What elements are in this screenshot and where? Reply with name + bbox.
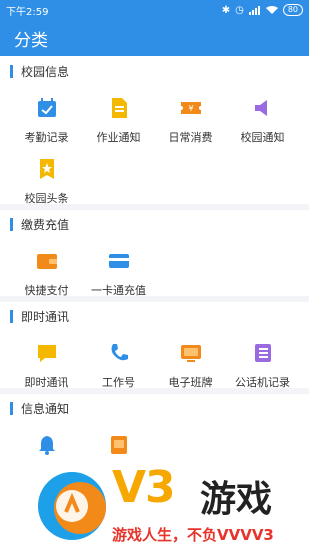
watermark-name: 游戏: [200, 479, 273, 520]
phone-book-icon: [254, 344, 271, 362]
speaker-icon: [254, 100, 267, 116]
grid-item-work-account[interactable]: 工作号: [80, 342, 157, 390]
status-icons: ✱ ◷ 80: [222, 4, 303, 16]
section-accent-bar: [10, 217, 13, 231]
tv-icon: [180, 345, 201, 362]
grid-item-daily-spending[interactable]: ¥ 日常消费: [152, 97, 229, 145]
signal-icon: [248, 5, 260, 15]
chat-icon: [37, 345, 56, 362]
section-accent-bar: [10, 309, 13, 323]
calendar-check-icon: [37, 98, 56, 117]
watermark-logo: [38, 472, 106, 540]
grid-item-card-recharge[interactable]: 一卡通充值: [80, 250, 157, 298]
bluetooth-icon: ✱: [221, 4, 231, 16]
section-header-campus-info: 校园信息: [0, 57, 309, 85]
section-title: 即时通讯: [21, 309, 70, 324]
section-header-messaging: 即时通讯: [0, 302, 309, 330]
watermark-brand: V3: [112, 462, 176, 513]
section-title: 信息通知: [21, 401, 70, 416]
star-badge-icon: [39, 159, 54, 179]
status-time: 下午2:59: [6, 6, 49, 18]
alarm-icon: ◷: [235, 4, 244, 16]
section-accent-bar: [10, 401, 13, 415]
watermark-slogan: 游戏人生，不负VVVV3: [112, 526, 274, 544]
section-title: 校园信息: [21, 64, 70, 79]
grid-item-class-board[interactable]: 电子班牌: [152, 342, 229, 390]
section-accent-bar: [10, 64, 13, 78]
document-icon: [111, 98, 127, 118]
section-header-payment: 缴费充值: [0, 210, 309, 238]
phone-icon: [111, 344, 128, 361]
ticket-icon: ¥: [180, 102, 201, 114]
svg-text:¥: ¥: [188, 104, 193, 113]
app-bar: 分类: [0, 20, 309, 56]
section-header-info-notice: 信息通知: [0, 394, 309, 422]
card-icon: [108, 254, 129, 268]
grid-item-instant-message[interactable]: 即时通讯: [8, 342, 85, 390]
grid-item-quick-pay[interactable]: 快捷支付: [8, 250, 85, 298]
section-title: 缴费充值: [21, 217, 70, 232]
grid-item-label: 日常消费: [168, 131, 213, 144]
score-100-icon: [110, 436, 127, 454]
grid-item-label: 校园通知: [240, 131, 285, 144]
wallet-icon: [36, 254, 57, 269]
status-bar: 下午2:59 ✱ ◷ 80: [0, 0, 309, 20]
grid-item-attendance[interactable]: 考勤记录: [8, 97, 85, 145]
grid-item-bell[interactable]: [8, 434, 85, 466]
grid-item-label: 作业通知: [96, 131, 141, 144]
grid-item-campus-notice[interactable]: 校园通知: [224, 97, 301, 145]
grid-item-campus-headline[interactable]: 校园头条: [8, 158, 85, 206]
grid-item-homework[interactable]: 作业通知: [80, 97, 157, 145]
wifi-icon: [265, 5, 278, 14]
grid-item-label: 考勤记录: [24, 131, 69, 144]
grid-item-public-phone-log[interactable]: 公话机记录: [224, 342, 301, 390]
page-title: 分类: [14, 30, 48, 51]
battery-icon: 80: [282, 4, 303, 16]
bell-icon: [38, 436, 55, 455]
